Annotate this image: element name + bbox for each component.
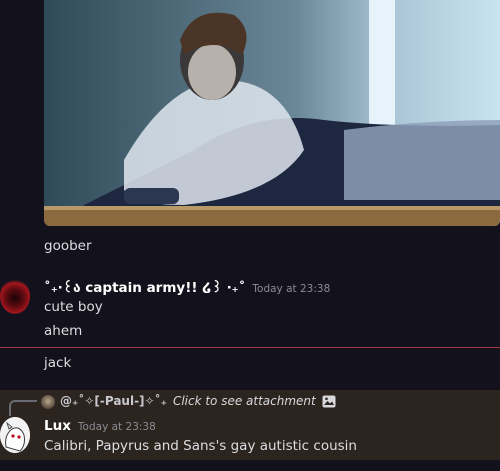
message-text: goober [44, 238, 92, 254]
new-messages-divider [0, 347, 500, 348]
message-text: jack [44, 355, 72, 371]
reply-reference[interactable]: @₊˚✧[-Paul-]✧˚₊ Click to see attachment [60, 394, 336, 408]
image-icon [322, 395, 336, 408]
message-text: ahem [44, 323, 83, 339]
reply-author-avatar [41, 395, 55, 409]
username[interactable]: Lux [44, 418, 71, 434]
message-text: cute boy [44, 299, 103, 315]
message-header: ˚₊‧꒰ა captain army!! ໒꒱ ‧₊˚ Today at 23:… [44, 278, 330, 296]
image-content [44, 0, 500, 226]
message-timestamp: Today at 23:38 [77, 421, 156, 433]
message-header: Lux Today at 23:38 [44, 418, 156, 434]
user-avatar[interactable] [0, 278, 30, 314]
reply-connector [9, 400, 37, 416]
message-timestamp: Today at 23:38 [252, 283, 331, 295]
reply-preview[interactable]: Click to see attachment [173, 394, 316, 408]
user-avatar[interactable] [0, 417, 30, 453]
reply-author[interactable]: @₊˚✧[-Paul-]✧˚₊ [60, 394, 167, 408]
message-text: Calibri, Papyrus and Sans's gay autistic… [44, 438, 357, 454]
username[interactable]: ˚₊‧꒰ა captain army!! ໒꒱ ‧₊˚ [44, 278, 245, 296]
image-attachment[interactable] [44, 0, 500, 226]
